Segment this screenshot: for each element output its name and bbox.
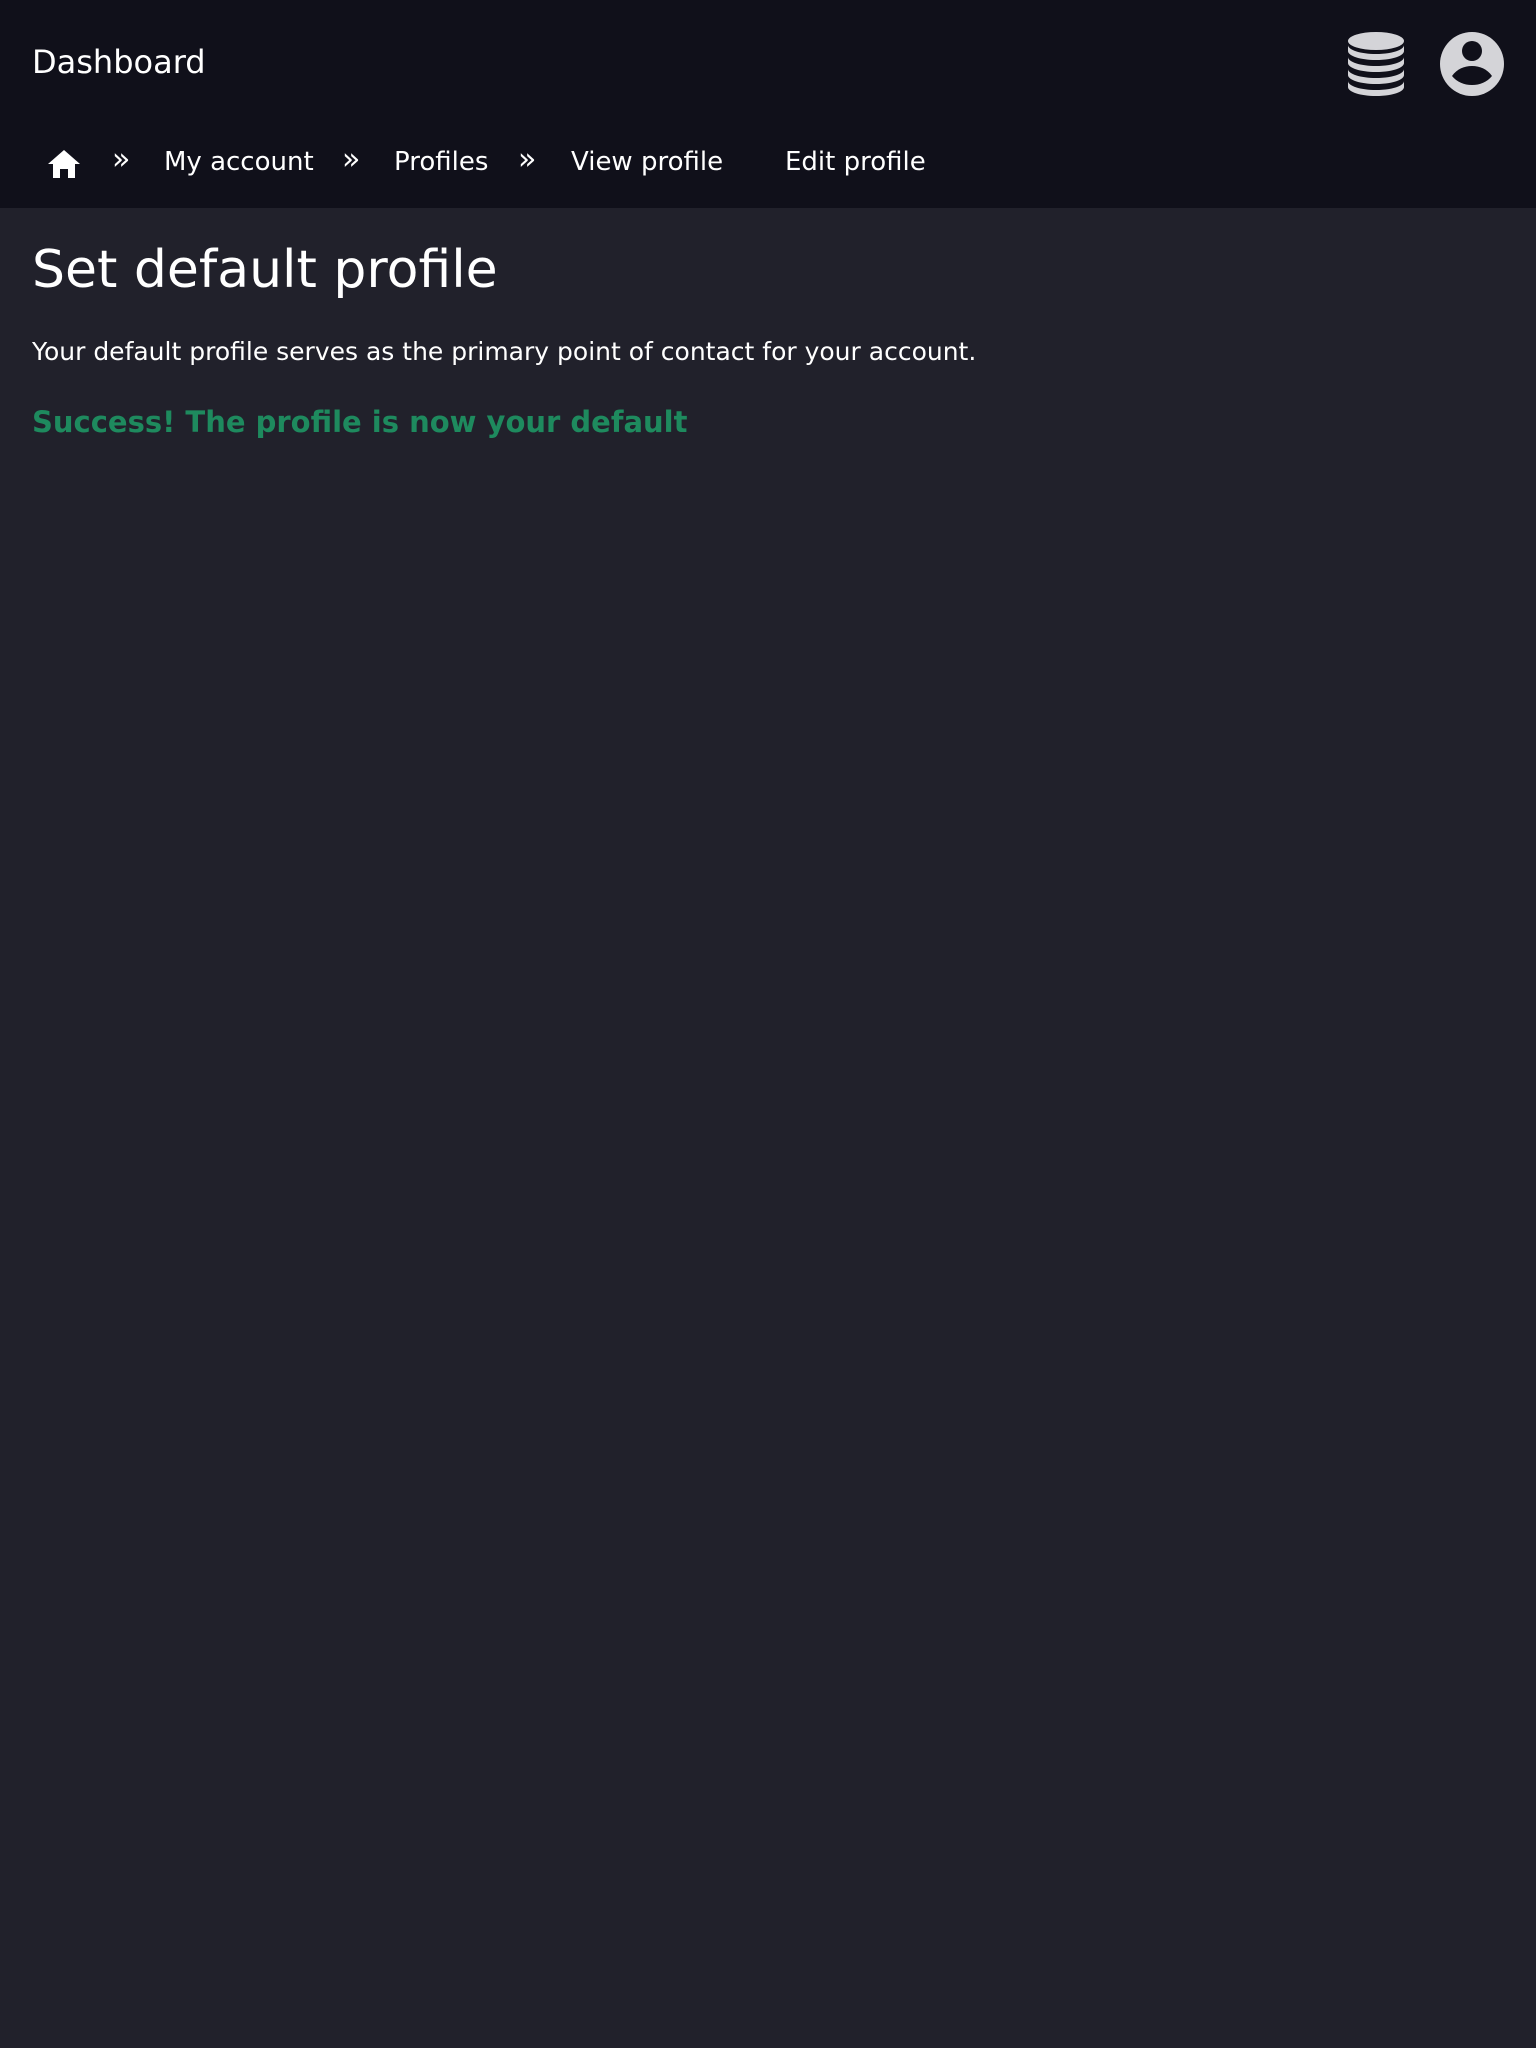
page-description: Your default profile serves as the prima… <box>32 337 977 366</box>
breadcrumb-profiles[interactable]: Profiles <box>394 146 488 178</box>
breadcrumb-separator: » <box>342 142 361 177</box>
breadcrumb-separator: » <box>112 142 131 177</box>
breadcrumb-my-account[interactable]: My account <box>164 146 314 178</box>
user-circle-icon[interactable] <box>1438 30 1506 98</box>
breadcrumb-separator: » <box>518 142 537 177</box>
main-content: Set default profile Your default profile… <box>32 208 1504 440</box>
breadcrumb-view-profile[interactable]: View profile <box>571 146 723 178</box>
database-icon[interactable] <box>1342 30 1410 98</box>
breadcrumb: » My account » Profiles » View profile E… <box>0 132 1536 192</box>
edit-profile-link[interactable]: Edit profile <box>785 146 926 178</box>
top-navigation-bar: Dashboard » My account » Profiles » View… <box>0 0 1536 208</box>
page-title: Set default profile <box>32 240 498 300</box>
success-message: Success! The profile is now your default <box>32 405 688 439</box>
dashboard-link[interactable]: Dashboard <box>32 42 206 82</box>
home-icon[interactable] <box>44 144 84 184</box>
